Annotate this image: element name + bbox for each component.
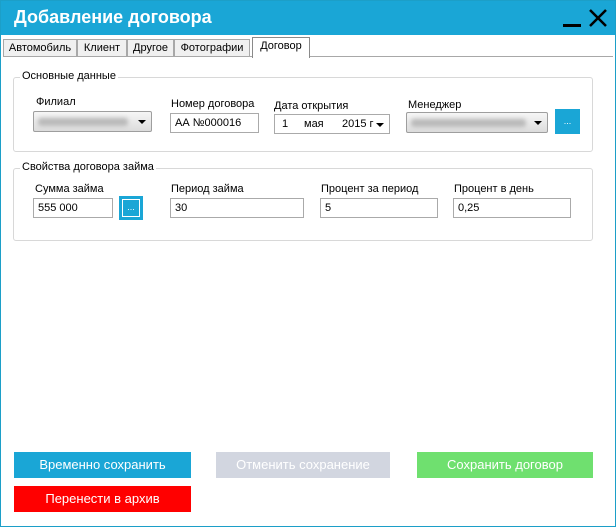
loan-amount-input[interactable]: 555 000 (33, 198, 113, 218)
open-date-day: 1 (282, 118, 289, 130)
chevron-down-icon (534, 121, 542, 125)
window-title: Добавление договора (14, 7, 212, 27)
open-date-label: Дата открытия (274, 100, 349, 112)
rate-period-label: Процент за период (321, 183, 419, 195)
manager-more-button[interactable]: ... (555, 109, 580, 134)
loan-amount-label: Сумма займа (35, 183, 104, 195)
open-date-picker[interactable]: 1 мая 2015 г (274, 114, 390, 134)
manager-label: Менеджер (408, 99, 462, 111)
minimize-icon (563, 24, 581, 27)
tab-contract[interactable]: Договор (252, 37, 310, 58)
title-bar[interactable]: Добавление договора (1, 1, 615, 35)
rate-day-input[interactable]: 0,25 (453, 198, 571, 218)
loan-properties-title: Свойства договора займа (20, 161, 156, 173)
chevron-down-icon (376, 123, 384, 127)
cancel-save-button[interactable]: Отменить сохранение (216, 452, 390, 478)
dialog-window: Добавление договора Автомобиль Клиент Др… (0, 0, 616, 527)
temp-save-button[interactable]: Временно сохранить (14, 452, 191, 478)
tab-client[interactable]: Клиент (77, 39, 127, 57)
tab-photos[interactable]: Фотографии (174, 39, 250, 57)
manager-value-blurred (411, 119, 526, 127)
contract-number-input[interactable]: АА №000016 (170, 113, 259, 133)
tab-strip: Автомобиль Клиент Другое Фотографии Дого… (3, 37, 615, 58)
loan-amount-more-button[interactable]: ... (119, 196, 143, 220)
close-button[interactable] (587, 7, 609, 29)
loan-amount-more-label: ... (122, 199, 140, 217)
branch-value-blurred (38, 118, 128, 126)
manager-select[interactable] (406, 112, 548, 133)
close-icon (589, 9, 607, 27)
basic-data-title: Основные данные (20, 70, 118, 82)
tab-car[interactable]: Автомобиль (3, 39, 77, 57)
minimize-button[interactable] (561, 7, 583, 29)
rate-day-label: Процент в день (454, 183, 534, 195)
tab-other[interactable]: Другое (127, 39, 174, 57)
archive-button[interactable]: Перенести в архив (14, 486, 191, 512)
branch-label: Филиал (36, 96, 76, 108)
chevron-down-icon (138, 120, 146, 124)
open-date-year: 2015 г (342, 118, 374, 130)
rate-period-input[interactable]: 5 (320, 198, 438, 218)
open-date-month: мая (304, 118, 324, 130)
loan-period-label: Период займа (171, 183, 244, 195)
loan-period-input[interactable]: 30 (170, 198, 304, 218)
branch-select[interactable] (33, 111, 152, 132)
contract-number-label: Номер договора (171, 98, 255, 110)
save-contract-button[interactable]: Сохранить договор (417, 452, 593, 478)
